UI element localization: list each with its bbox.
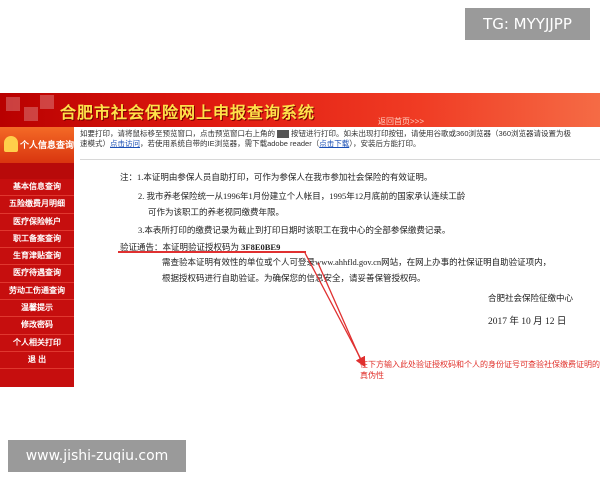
divider (80, 159, 600, 160)
note-1: 注：1.本证明由参保人员自助打印，可作为参保人在我市参加社会保险的有效证明。 (120, 172, 433, 182)
notice-text: ，若使用系统自带的IE浏览器，需下载adobe reader（ (140, 139, 320, 148)
verify-underline (118, 251, 306, 253)
sidebar-item-medical-benefit[interactable]: 医疗待遇查询 (0, 265, 74, 283)
banner-decoration (6, 97, 20, 111)
sidebar-item-employee-record[interactable]: 职工备案查询 (0, 230, 74, 249)
sidebar-item-maternity[interactable]: 生育津贴查询 (0, 248, 74, 266)
sidebar-item-basic-info[interactable]: 基本信息查询 (0, 179, 74, 197)
print-notice: 如要打印，请将鼠标移至预览窗口，点击预览窗口右上角的 按钮进行打印。如未出现打印按… (80, 129, 600, 149)
sidebar-item-print[interactable]: 个人相关打印 (0, 334, 74, 352)
verify-body-2: 根据授权码进行自助验证。为确保您的信息安全，请妥善保管授权码。 (162, 273, 426, 283)
page-title: 合肥市社会保险网上申报查询系统 (60, 103, 316, 122)
notice-text: 速模式） (80, 139, 110, 148)
sidebar-spacer (0, 163, 74, 179)
sidebar-item-payment-detail[interactable]: 五险缴费月明细 (0, 196, 74, 214)
sidebar-header-label: 个人信息查询 (20, 140, 75, 150)
notice-text: ），安装后方能打印。 (349, 139, 421, 148)
sidebar-item-logout[interactable]: 退 出 (0, 351, 74, 370)
annotation-text: 在下方输入此处验证授权码和个人的身份证号可查验社保缴费证明的真伪性 (360, 360, 600, 380)
issue-date: 2017 年 10 月 12 日 (488, 317, 567, 327)
user-icon (4, 136, 18, 152)
banner-decoration (24, 107, 38, 121)
sidebar-item-injury[interactable]: 劳动工伤通查询 (0, 282, 74, 301)
sidebar-item-tips[interactable]: 温馨提示 (0, 300, 74, 318)
adobe-download-link[interactable]: 点击下载 (319, 139, 349, 148)
back-home-link[interactable]: 返回首页>>> (378, 116, 424, 127)
sidebar-item-change-password[interactable]: 修改密码 (0, 317, 74, 335)
verify-body-1: 需查验本证明有效性的单位或个人可登录www.ahhfld.gov.cn网站，在网… (162, 257, 552, 267)
sidebar: 个人信息查询 基本信息查询 五险缴费月明细 医疗保险帐户 职工备案查询 生育津贴… (0, 127, 74, 387)
banner-decoration (40, 95, 54, 109)
screenshot-region: 合肥市社会保险网上申报查询系统 返回首页>>> 个人信息查询 基本信息查询 五险… (0, 93, 600, 387)
note-2-continued: 可作为该职工的养老视同缴费年限。 (148, 207, 285, 217)
note-3: 3.本表所打印的缴费记录为截止到打印日期时该职工在我中心的全部参保缴费记录。 (138, 225, 451, 235)
print-button-icon (277, 130, 289, 139)
watermark-bottom: www.jishi-zuqiu.com (8, 440, 186, 472)
header-banner: 合肥市社会保险网上申报查询系统 返回首页>>> (0, 93, 600, 127)
note-2: 2. 我市养老保险统一从1996年1月份建立个人帐目，1995年12月底前的国家… (138, 191, 466, 201)
watermark-top: TG: MYYJJPP (465, 8, 590, 40)
notice-text: 如要打印，请将鼠标移至预览窗口，点击预览窗口右上角的 (80, 129, 275, 138)
sidebar-item-medical-account[interactable]: 医疗保险帐户 (0, 213, 74, 231)
notice-text: 按钮进行打印。如未出现打印按钮，请使用谷歌或360浏览器（360浏览器请设置为极 (291, 129, 572, 138)
arrow-line (304, 252, 366, 368)
sidebar-header: 个人信息查询 (0, 127, 74, 163)
issuing-organization: 合肥社会保险征缴中心 (488, 293, 574, 303)
browser-access-link[interactable]: 点击访问 (110, 139, 140, 148)
